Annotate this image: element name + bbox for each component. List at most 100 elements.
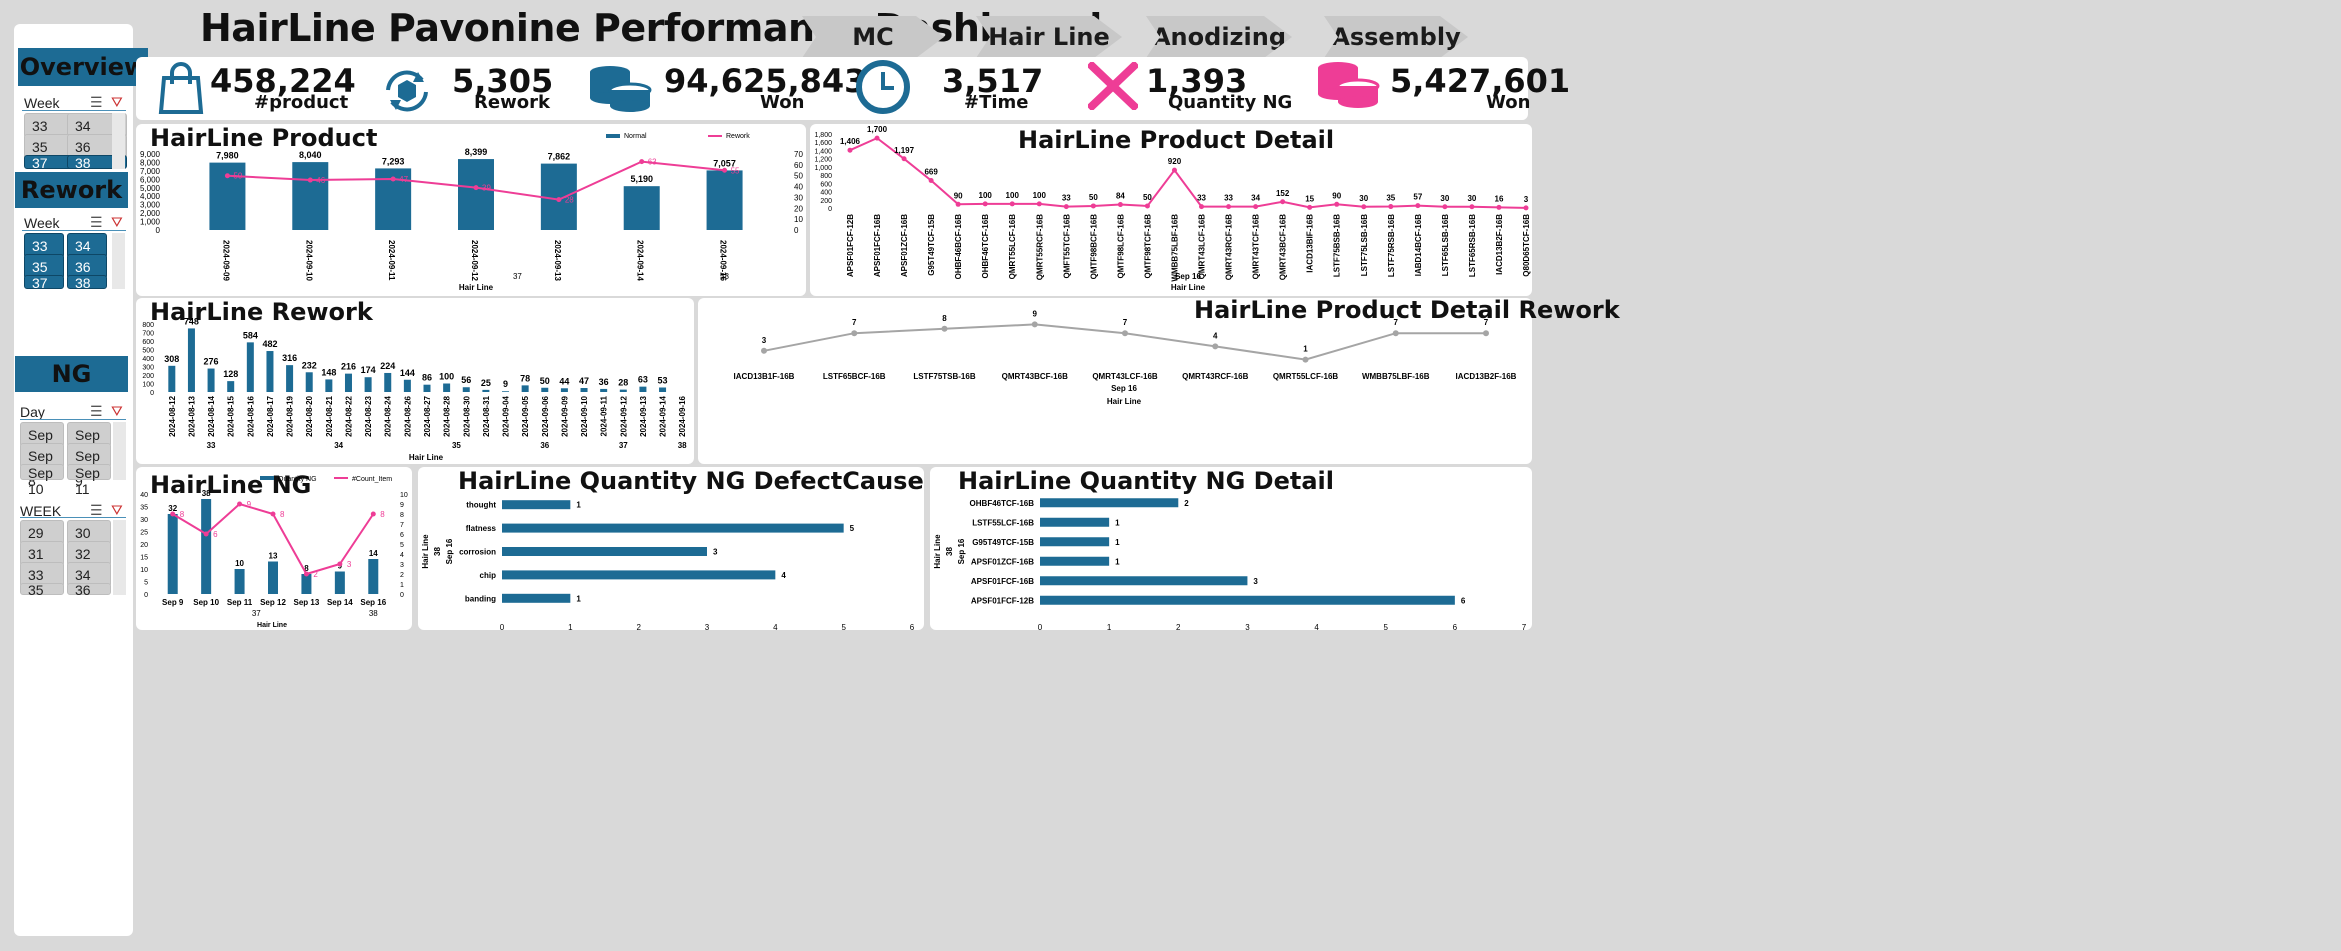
y-group-label: 38	[433, 547, 442, 556]
slicer-item[interactable]: 35	[20, 583, 64, 597]
slicer-scrollbar[interactable]	[112, 233, 125, 289]
bar	[521, 385, 529, 392]
x-axis-label: Hair Line	[257, 622, 287, 629]
x-tick-label: QMRT43LCF-16B	[1198, 214, 1207, 280]
slicer-item[interactable]: Sep 11	[67, 464, 111, 497]
bar-value-label: 36	[599, 377, 609, 387]
nav-assembly-button[interactable]: Assembly	[1324, 16, 1468, 58]
bar-value-label: 9	[503, 379, 508, 389]
line-point	[722, 167, 728, 173]
multi-select-icon[interactable]: ☰	[90, 94, 103, 111]
bar	[344, 373, 352, 392]
ng-cause-chart: 1 thought 5 flatness 3 corrosion 4 chip 1 banding…	[421, 500, 915, 630]
y-right-tick-label: 60	[794, 161, 803, 170]
y-tick-label: 500	[142, 348, 154, 355]
bar	[292, 162, 329, 230]
nav-mc-button[interactable]: MC	[802, 16, 944, 58]
y-tick-label: 3,000	[140, 201, 161, 210]
line-value-label: 63	[648, 158, 657, 167]
bar-value-label: 56	[461, 375, 471, 385]
x-tick-label: WMBB75LBF-16B	[1362, 372, 1430, 381]
bar	[305, 372, 313, 392]
line-point	[1009, 201, 1015, 207]
line-value-label: 90	[1332, 191, 1341, 200]
line-value-label: 669	[924, 167, 938, 176]
slicer-item[interactable]: Sep 10	[20, 464, 64, 497]
x-tick-label: QMRT55LCF-16B	[1273, 372, 1339, 381]
x-tick-label: 2024-08-19	[286, 395, 295, 436]
y-tick-label: 400	[820, 190, 832, 197]
slicer-item[interactable]: 38	[67, 275, 107, 290]
line-point	[901, 156, 907, 162]
line-point	[955, 201, 961, 207]
x-tick-label: Q80D65TCF-16B	[1522, 214, 1531, 277]
multi-select-icon[interactable]: ☰	[90, 214, 103, 231]
y-tick-label: 1,000	[140, 218, 161, 227]
y-right-tick-label: 10	[794, 215, 803, 224]
y-tick-label: 0	[156, 226, 161, 235]
line-value-label: 34	[1251, 194, 1260, 203]
x-tick-label: 2	[1176, 623, 1181, 630]
x-axis-label: Hair Line	[1171, 283, 1206, 292]
y-right-tick-label: 20	[794, 204, 803, 213]
x-tick-label: LSTF65LSB-16B	[1441, 214, 1450, 276]
bar	[502, 523, 844, 533]
bar-value-label: 7,862	[548, 152, 571, 162]
clear-filter-icon[interactable]: ⛛	[111, 214, 123, 231]
y-right-tick-label: 4	[400, 552, 404, 559]
group-label: 37	[252, 609, 261, 618]
coins-icon	[1318, 62, 1380, 108]
line-point	[170, 511, 176, 517]
nav-hairline-button[interactable]: Hair Line	[976, 16, 1122, 58]
line-value-label: 8	[180, 510, 185, 519]
x-tick-label: 1	[568, 623, 573, 630]
x-tick-label: 2024-08-21	[325, 395, 334, 436]
line-point	[1199, 204, 1205, 210]
x-tick-label: 2024-09-11	[387, 240, 396, 281]
x-tick-label: IACD13B2F-16B	[1456, 372, 1517, 381]
group-label: 33	[207, 441, 216, 450]
clear-filter-icon[interactable]: ⛛	[111, 403, 123, 420]
detail-rework-line	[763, 323, 1486, 361]
x-tick-label: Sep 13	[294, 598, 320, 607]
line-point	[1253, 204, 1259, 210]
x-tick-label: QMRT43RCF-16B	[1182, 372, 1248, 381]
bar-value-label: 144	[400, 368, 415, 378]
slicer-item[interactable]: 36	[67, 583, 111, 597]
x-tick-label: QMTF98LCF-16B	[1116, 214, 1125, 279]
line-point	[1334, 201, 1340, 207]
multi-select-icon[interactable]: ☰	[90, 403, 103, 420]
x-tick-label: LSTF65RSB-16B	[1468, 214, 1477, 277]
line-point	[1280, 199, 1286, 205]
bar	[364, 377, 372, 392]
bar	[201, 499, 212, 594]
group-label: 38	[720, 272, 729, 281]
rework-slicer-header[interactable]: Rework	[15, 172, 128, 208]
line-value-label: 33	[1062, 194, 1071, 203]
slicer-scrollbar[interactable]	[113, 422, 126, 480]
kpi-ng-label: Quantity NG	[1168, 92, 1293, 113]
clear-filter-icon[interactable]: ⛛	[111, 94, 123, 111]
bar	[368, 559, 379, 594]
bar-value-label: 13	[269, 552, 278, 561]
rework-chart: 01002003004005006007008003082024-08-1274…	[142, 316, 687, 462]
nav-anodizing-button[interactable]: Anodizing	[1146, 16, 1292, 58]
y-group-label: Sep 16	[445, 538, 454, 564]
x-tick-label: 2024-09-14	[636, 240, 645, 281]
ng-slicer-header[interactable]: NG	[15, 356, 128, 392]
bar-value-label: 8,040	[299, 150, 322, 160]
x-tick-label: 7	[1522, 623, 1527, 630]
slicer-item[interactable]: 37	[24, 275, 64, 290]
bar	[560, 388, 568, 392]
line-point	[1117, 202, 1123, 208]
line-point	[851, 330, 858, 337]
slicer-scrollbar[interactable]	[113, 520, 126, 595]
bar	[619, 389, 627, 392]
line-value-label: 3	[347, 560, 352, 569]
bar-value-label: 1	[576, 501, 581, 510]
line-point	[1212, 343, 1219, 350]
overview-slicer-header[interactable]: Overview	[18, 48, 148, 86]
line-value-label: 47	[399, 175, 408, 184]
line-point	[303, 571, 309, 577]
slicer-scrollbar[interactable]	[112, 113, 125, 169]
